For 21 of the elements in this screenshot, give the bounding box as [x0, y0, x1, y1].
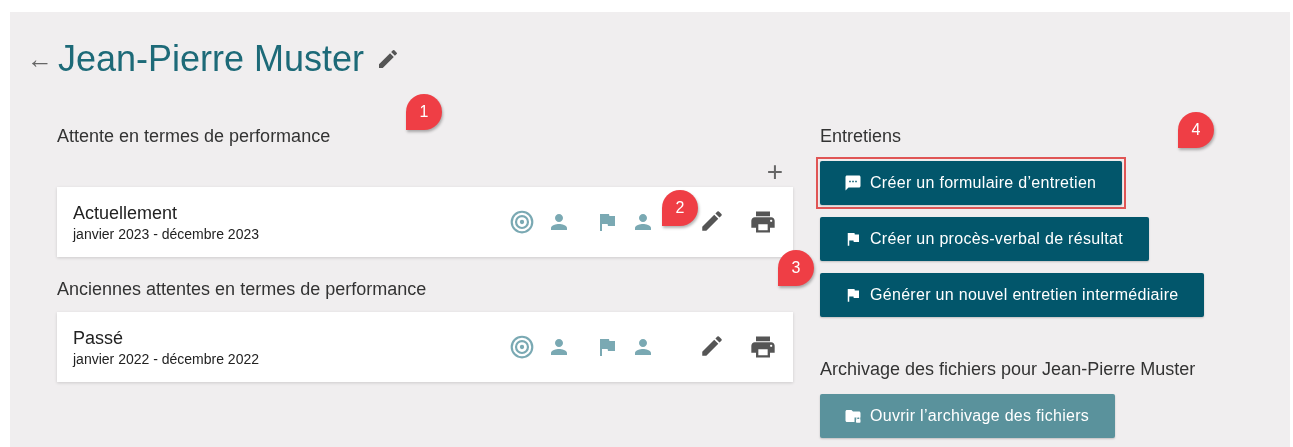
- section-title: Entretiens: [820, 126, 902, 147]
- target-icon: [509, 209, 535, 235]
- period-text: janvier 2022 - décembre 2022: [73, 350, 260, 367]
- create-button[interactable]: Créer un procès-verbal de résultat: [820, 217, 1149, 261]
- create-button[interactable]: Générer un nouvel entretien intermédiaire: [820, 273, 1205, 317]
- folder-icon: [844, 407, 862, 425]
- chat-icon: [844, 174, 862, 192]
- card-title: Actuellement: [73, 202, 179, 224]
- section-title: Archivage des fichiers pour Jean-Pierre Muster: [820, 359, 1196, 380]
- section-title: Attente en termes de performance: [57, 126, 331, 147]
- target-icon: [509, 334, 535, 360]
- page-title: Jean-Pierre Muster: [58, 38, 365, 80]
- callout-marker: 3: [778, 250, 814, 286]
- card-title: Passé: [73, 327, 125, 349]
- callout-marker: 1: [406, 94, 442, 130]
- section-title: Anciennes attentes en termes de performance: [57, 279, 427, 300]
- period-text: janvier 2023 - décembre 2023: [73, 225, 260, 242]
- create-button[interactable]: Créer un formulaire d’entretien: [820, 161, 1123, 205]
- add-button[interactable]: +: [766, 157, 793, 187]
- back-button[interactable]: ←: [22, 43, 58, 75]
- callout-marker: 4: [1178, 112, 1214, 148]
